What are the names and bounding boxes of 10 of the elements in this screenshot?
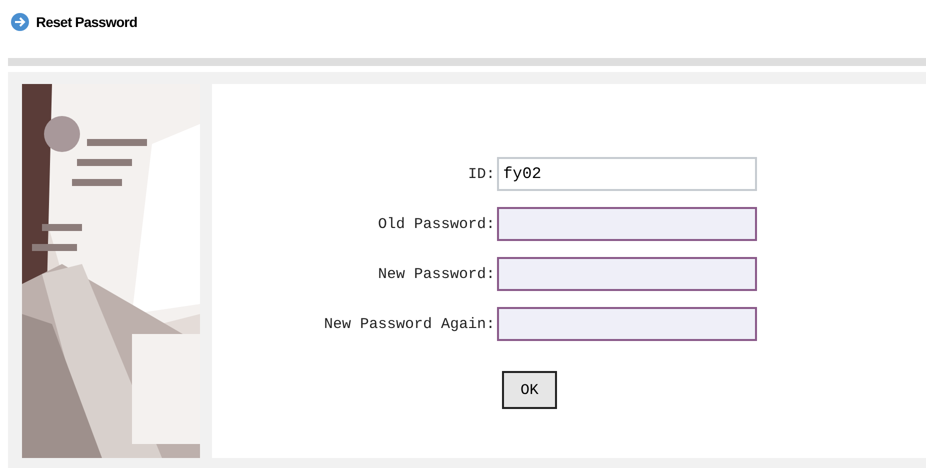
field-label: New Password:	[376, 266, 496, 282]
field-label: Old Password:	[376, 216, 496, 232]
input-field[interactable]	[497, 207, 757, 241]
field-label: New Password Again:	[322, 316, 496, 332]
ok-button[interactable]: OK	[502, 371, 557, 409]
field-label: ID:	[466, 166, 496, 182]
page-title: Reset Password	[36, 14, 138, 30]
input-field[interactable]: fy02	[497, 157, 757, 191]
input-field[interactable]	[497, 307, 757, 341]
input-field[interactable]	[497, 257, 757, 291]
